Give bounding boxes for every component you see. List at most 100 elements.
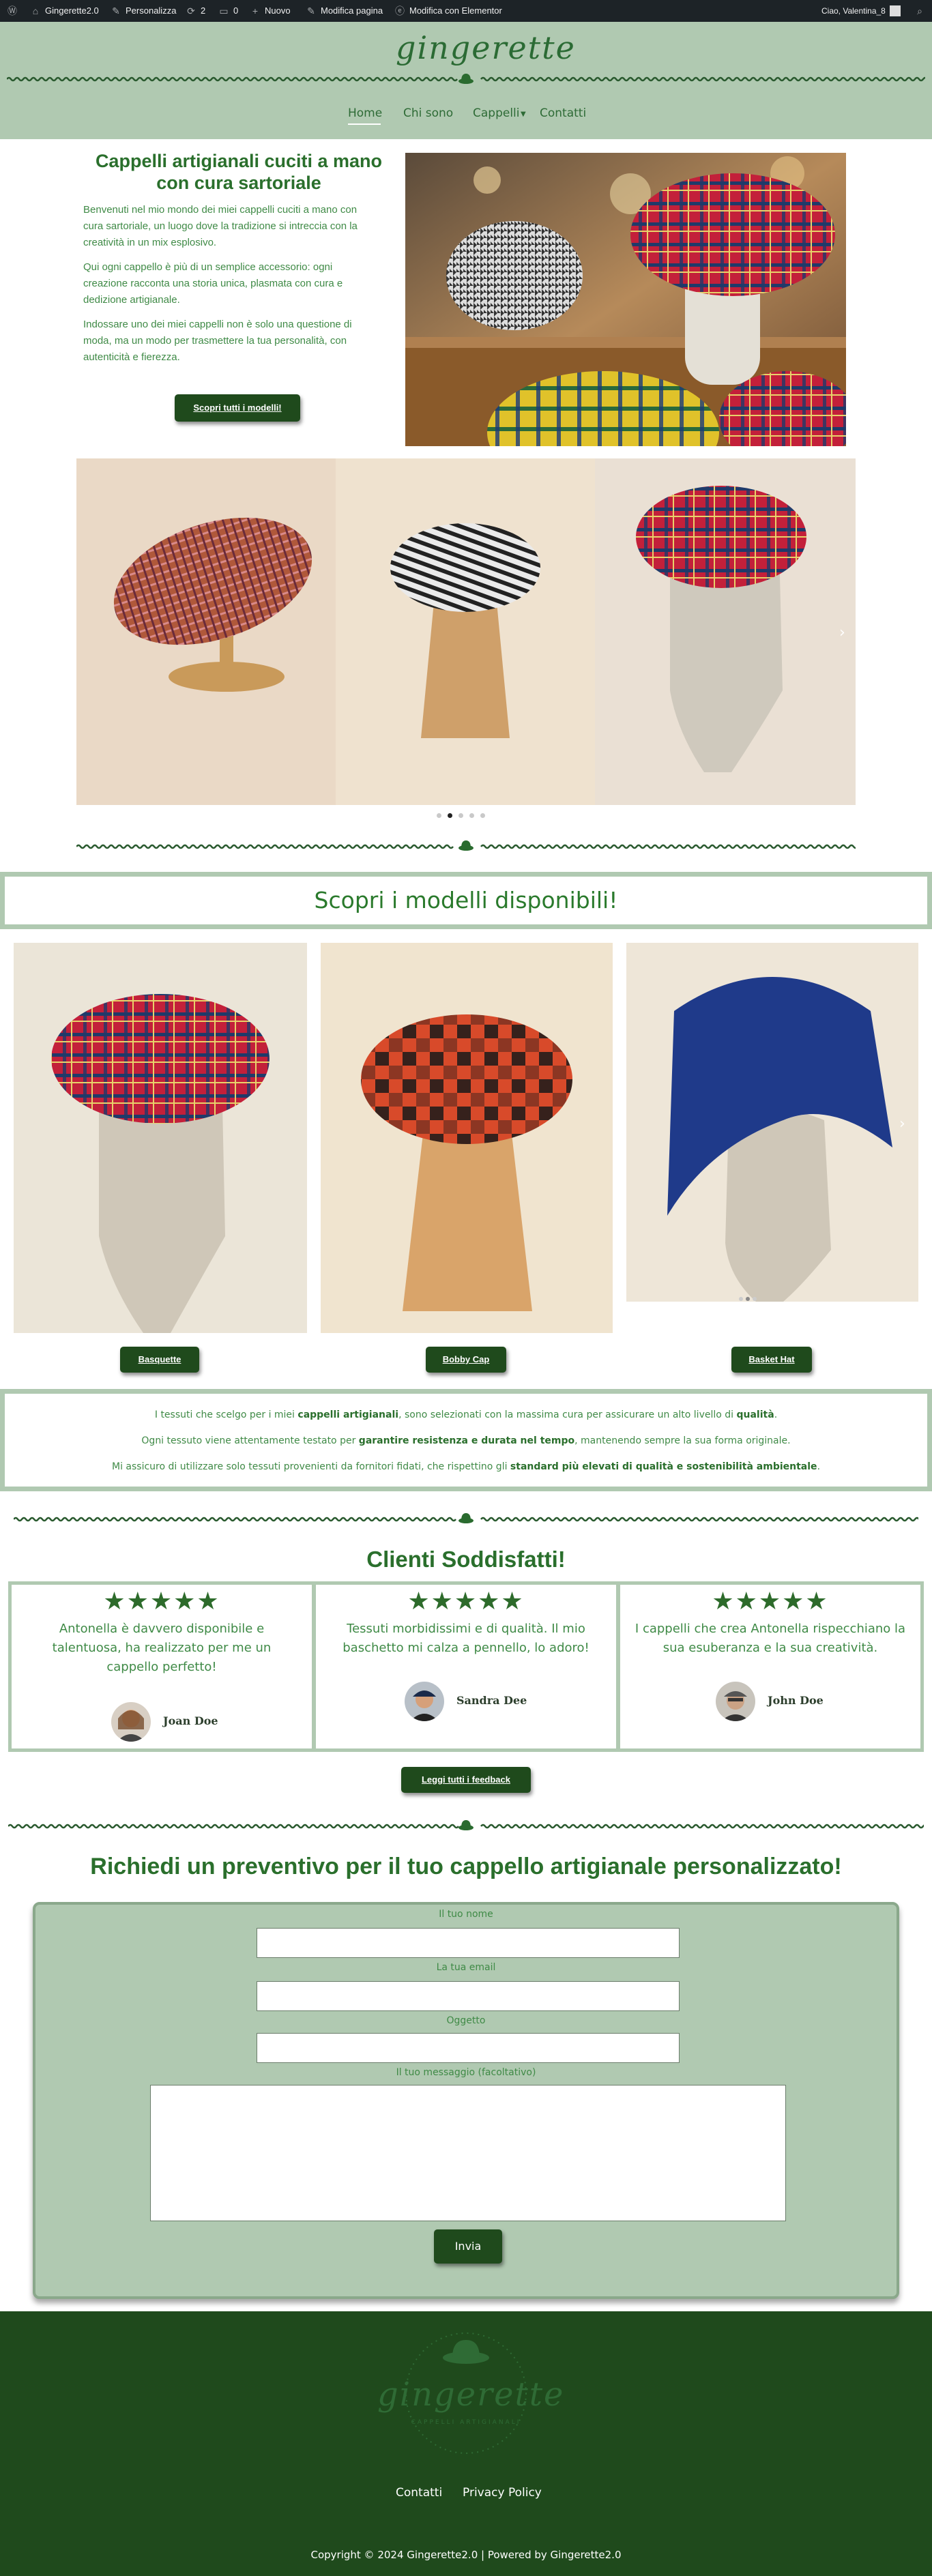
hero-photo: [405, 153, 846, 446]
brush-icon: ✎: [112, 5, 120, 16]
admin-comments-link[interactable]: ▭ 0: [218, 0, 238, 22]
hero-paragraph-2: Qui ogni cappello è più di un semplice a…: [83, 261, 343, 306]
model-image-bobby-cap[interactable]: [321, 943, 613, 1333]
bobby-cap-button[interactable]: Bobby Cap: [426, 1347, 506, 1373]
quality-line-3: Mi assicuro di utilizzare solo tessuti p…: [111, 1461, 821, 1472]
comment-icon: ▭: [219, 5, 229, 16]
admin-updates-link[interactable]: ⟳ 2: [186, 0, 205, 22]
message-label: Il tuo messaggio (facoltativo): [396, 2067, 536, 2078]
models-heading: Scopri i modelli disponibili!: [314, 887, 618, 913]
footer-logo-tagline: CAPPELLI ARTIGIANALI: [411, 2419, 521, 2426]
chevron-down-icon[interactable]: ▼: [521, 111, 526, 118]
name-input[interactable]: [257, 1928, 680, 1958]
footer-link-privacy[interactable]: Privacy Policy: [463, 2486, 542, 2500]
avatar: [716, 1682, 755, 1721]
quote-heading: Richiedi un preventivo per il tuo cappel…: [90, 1854, 842, 1879]
testimonial-card-1: ★★★★★ Antonella è davvero disponibile et…: [8, 1581, 315, 1752]
hat-icon: [458, 1513, 474, 1523]
testimonials-wavy-divider: [14, 1513, 918, 1523]
hat-icon: [443, 2340, 489, 2364]
carousel-dot[interactable]: [458, 813, 463, 818]
header-wavy-divider: [7, 74, 925, 84]
admin-account-link[interactable]: Ciao, Valentina_8: [821, 0, 901, 22]
plus-icon: +: [252, 5, 259, 16]
site-logo[interactable]: gingerette: [396, 27, 574, 68]
nav-active-underline: [348, 123, 381, 125]
submit-button[interactable]: Invia: [434, 2229, 502, 2264]
admin-elementor-link[interactable]: ⓔ Modifica con Elementor: [394, 0, 502, 22]
carousel-dot[interactable]: [437, 813, 441, 818]
quality-line-1: I tessuti che scelgo per i miei cappelli…: [154, 1409, 778, 1420]
rating-stars-icon: ★★★★★: [407, 1587, 525, 1615]
carousel-slide-3: [595, 458, 856, 805]
chevron-right-icon: ›: [839, 624, 845, 641]
main-nav: Home Chi sono Cappelli ▼ Contatti: [0, 106, 932, 127]
hat-icon: [458, 840, 474, 851]
models-heading-box: Scopri i modelli disponibili!: [0, 872, 932, 929]
carousel-slide-1: [76, 458, 336, 805]
model-image-basquette[interactable]: [14, 943, 307, 1333]
avatar: [111, 1702, 151, 1742]
testimonial-name: Sandra Dee: [456, 1694, 527, 1707]
rating-stars-icon: ★★★★★: [103, 1587, 220, 1615]
nav-contatti[interactable]: Contatti: [540, 106, 586, 120]
footer-logo[interactable]: gingerette: [377, 2374, 563, 2415]
email-label: La tua email: [436, 1962, 496, 1973]
footer-copyright: Copyright © 2024 Gingerette2.0 | Powered…: [310, 2549, 622, 2561]
nav-cappelli[interactable]: Cappelli: [473, 106, 520, 120]
carousel-dot[interactable]: [448, 813, 452, 818]
admin-customize-link[interactable]: ✎ Personalizza: [111, 0, 176, 22]
model-image-basket-hat[interactable]: ›: [626, 943, 918, 1302]
hat-icon: [458, 74, 474, 84]
testimonial-quote: Tessuti morbidissimi e di qualità. Il mi…: [343, 1622, 589, 1655]
admin-site-link[interactable]: ⌂ Gingerette2.0: [30, 0, 99, 22]
quote-form: Il tuo nome La tua email Oggetto Il tuo …: [33, 1902, 899, 2299]
footer-link-contatti[interactable]: Contatti: [396, 2486, 442, 2500]
carousel-dots: [437, 813, 498, 819]
quality-line-2: Ogni tessuto viene attentamente testato …: [141, 1435, 791, 1446]
message-textarea[interactable]: [150, 2085, 786, 2221]
elementor-icon: ⓔ: [395, 5, 405, 16]
testimonials-heading: Clienti Soddisfatti!: [366, 1547, 566, 1572]
chevron-right-icon: ›: [899, 1115, 905, 1132]
hero-models-button[interactable]: Scopri tutti i modelli!: [175, 394, 300, 422]
hero-paragraph-3: Indossare uno dei miei cappelli non è so…: [83, 319, 352, 363]
admin-new-link[interactable]: + Nuovo: [250, 0, 291, 22]
pencil-icon: ✎: [307, 5, 315, 16]
refresh-icon: ⟳: [187, 5, 195, 16]
section-wavy-divider: [76, 840, 856, 851]
email-input[interactable]: [257, 1981, 680, 2011]
hat-icon: [458, 1820, 474, 1830]
admin-bar: Ⓦ ⌂ Gingerette2.0 ✎ Personalizza ⟳ 2 ▭ 0 + Nu…: [0, 0, 932, 22]
basket-hat-button[interactable]: Basket Hat: [731, 1347, 812, 1373]
search-icon[interactable]: ⌕: [914, 0, 925, 22]
form-wavy-divider: [8, 1820, 924, 1830]
subject-input[interactable]: [257, 2033, 680, 2063]
hero-title: Cappelli artigianali cuciti a mano con c…: [95, 151, 383, 193]
admin-edit-page-link[interactable]: ✎ Modifica pagina: [306, 0, 383, 22]
avatar: [405, 1682, 444, 1721]
nav-home[interactable]: Home: [348, 106, 382, 120]
hero-text: Benvenuti nel mio mondo dei miei cappell…: [83, 202, 390, 366]
wordpress-icon[interactable]: Ⓦ: [7, 0, 18, 22]
rating-stars-icon: ★★★★★: [712, 1587, 829, 1615]
testimonial-card-3: ★★★★★ I cappelli che crea Antonella risp…: [617, 1581, 924, 1752]
testimonial-name: Joan Doe: [163, 1714, 218, 1727]
subject-label: Oggetto: [446, 2015, 486, 2026]
carousel-slide-2: [336, 458, 595, 805]
site-header: gingerette Home Chi sono Cappelli ▼ Cont…: [0, 22, 932, 139]
nav-chi-sono[interactable]: Chi sono: [403, 106, 453, 120]
home-icon: ⌂: [32, 5, 39, 16]
testimonial-name: John Doe: [768, 1694, 824, 1707]
name-label: Il tuo nome: [439, 1909, 493, 1920]
avatar-icon: [889, 5, 901, 16]
carousel-dot[interactable]: [469, 813, 474, 818]
basquette-button[interactable]: Basquette: [120, 1347, 199, 1373]
hero-paragraph-1: Benvenuti nel mio mondo dei miei cappell…: [83, 204, 358, 248]
carousel-dot[interactable]: [480, 813, 485, 818]
quality-box: I tessuti che scelgo per i miei cappelli…: [0, 1389, 932, 1491]
site-footer: gingerette CAPPELLI ARTIGIANALI Contatti…: [0, 2311, 932, 2576]
hats-carousel: ›: [76, 458, 856, 805]
testimonial-card-2: ★★★★★ Tessuti morbidissimi e di qualità.…: [312, 1581, 620, 1752]
read-feedback-button[interactable]: Leggi tutti i feedback: [401, 1767, 531, 1793]
